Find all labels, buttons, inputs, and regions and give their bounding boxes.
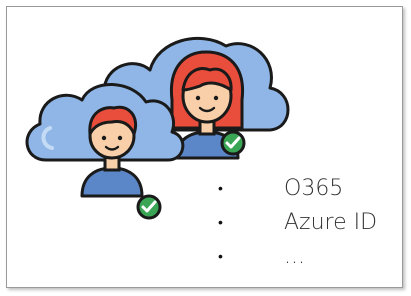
bullet-icon: • bbox=[218, 249, 223, 265]
check-badge-icon bbox=[136, 194, 162, 220]
list-item-label: O365 bbox=[284, 176, 344, 201]
list-item: • Azure ID bbox=[218, 206, 377, 240]
bullet-icon: • bbox=[218, 181, 223, 197]
bullet-list: • O365 • Azure ID • ... bbox=[218, 172, 377, 274]
list-item-label: ... bbox=[284, 244, 305, 269]
check-badge-icon bbox=[220, 130, 246, 156]
list-item: • ... bbox=[218, 240, 377, 274]
list-item-label: Azure ID bbox=[284, 210, 378, 235]
bullet-icon: • bbox=[218, 215, 223, 231]
list-item: • O365 bbox=[218, 172, 377, 206]
